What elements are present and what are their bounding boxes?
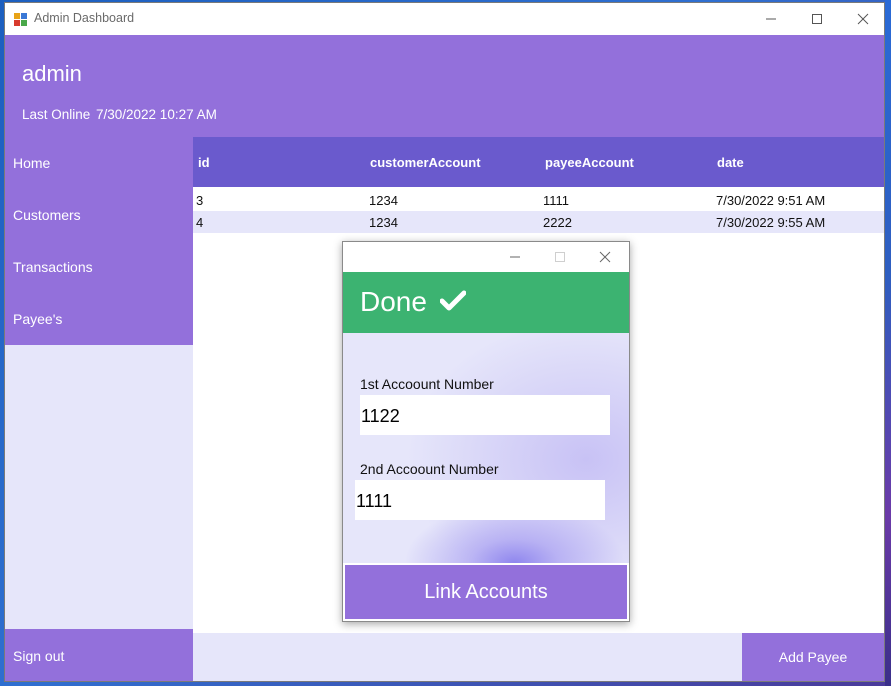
add-payee-label: Add Payee	[778, 649, 848, 665]
window-titlebar[interactable]: Admin Dashboard	[5, 3, 884, 35]
dashboard-header: admin Last Online 7/30/2022 10:27 AM	[5, 35, 884, 137]
cell-customer-account: 1234	[369, 215, 398, 230]
column-header-id[interactable]: id	[198, 155, 210, 170]
dialog-minimize-button[interactable]	[493, 242, 537, 272]
app-icon	[13, 11, 29, 27]
minimize-icon	[510, 256, 520, 258]
column-header-date[interactable]: date	[717, 155, 744, 170]
close-icon	[599, 251, 611, 263]
sign-out-button[interactable]: Sign out	[5, 629, 193, 681]
dialog-close-button[interactable]	[583, 242, 627, 272]
username-label: admin	[22, 61, 82, 86]
dialog-maximize-button[interactable]	[538, 242, 582, 272]
table-row[interactable]: 3 1234 1111 7/30/2022 9:51 AM	[193, 189, 884, 211]
maximize-icon	[812, 14, 822, 24]
minimize-button[interactable]	[748, 3, 794, 35]
minimize-icon	[766, 18, 776, 20]
cell-payee-account: 2222	[543, 215, 572, 230]
sidebar-nav: Home Customers Transactions Payee's	[5, 137, 193, 345]
sidebar-item-transactions[interactable]: Transactions	[5, 241, 193, 293]
cell-id: 4	[196, 215, 204, 230]
table-row[interactable]: 4 1234 2222 7/30/2022 9:55 AM	[193, 211, 884, 233]
close-icon	[857, 13, 869, 25]
sidebar-item-label: Home	[13, 155, 51, 171]
dialog-form: 1st Accoount Number 2nd Accoount Number	[343, 333, 629, 563]
dialog-titlebar[interactable]	[343, 242, 629, 272]
sidebar-item-label: Customers	[13, 207, 81, 223]
cell-date: 7/30/2022 9:51 AM	[716, 193, 826, 208]
sidebar-item-label: Payee's	[13, 311, 63, 327]
cell-date: 7/30/2022 9:55 AM	[716, 215, 826, 230]
first-account-label: 1st Accoount Number	[360, 376, 494, 392]
cell-id: 3	[196, 193, 204, 208]
status-text: Done	[360, 286, 427, 317]
link-accounts-dialog: Done 1st Accoount Number 2nd Accoount Nu…	[342, 241, 630, 622]
last-online-label: Last Online	[22, 107, 91, 122]
link-accounts-button[interactable]: Link Accounts	[344, 564, 628, 620]
maximize-button[interactable]	[794, 3, 840, 35]
sidebar: Home Customers Transactions Payee's Sign…	[5, 137, 193, 681]
first-account-input[interactable]	[360, 395, 610, 435]
second-account-input[interactable]	[355, 480, 605, 520]
sidebar-item-payees[interactable]: Payee's	[5, 293, 193, 345]
sidebar-item-home[interactable]: Home	[5, 137, 193, 189]
sign-out-label: Sign out	[13, 648, 65, 664]
last-online-value: 7/30/2022 10:27 AM	[96, 107, 217, 122]
sidebar-item-label: Transactions	[13, 259, 93, 275]
sidebar-item-customers[interactable]: Customers	[5, 189, 193, 241]
close-button[interactable]	[840, 3, 884, 35]
maximize-icon	[555, 252, 565, 262]
dialog-status-banner: Done	[343, 272, 629, 333]
check-icon	[439, 290, 467, 317]
window-title: Admin Dashboard	[34, 11, 135, 25]
add-payee-button[interactable]: Add Payee	[742, 633, 884, 681]
column-header-payee-account[interactable]: payeeAccount	[545, 155, 634, 170]
desktop-background	[885, 0, 891, 686]
link-accounts-label: Link Accounts	[424, 580, 548, 603]
cell-customer-account: 1234	[369, 193, 398, 208]
table-header: id customerAccount payeeAccount date	[193, 137, 884, 187]
second-account-label: 2nd Accoount Number	[360, 461, 499, 477]
bottom-bar: Add Payee	[193, 633, 884, 681]
column-header-customer-account[interactable]: customerAccount	[370, 155, 481, 170]
cell-payee-account: 1111	[543, 193, 570, 208]
